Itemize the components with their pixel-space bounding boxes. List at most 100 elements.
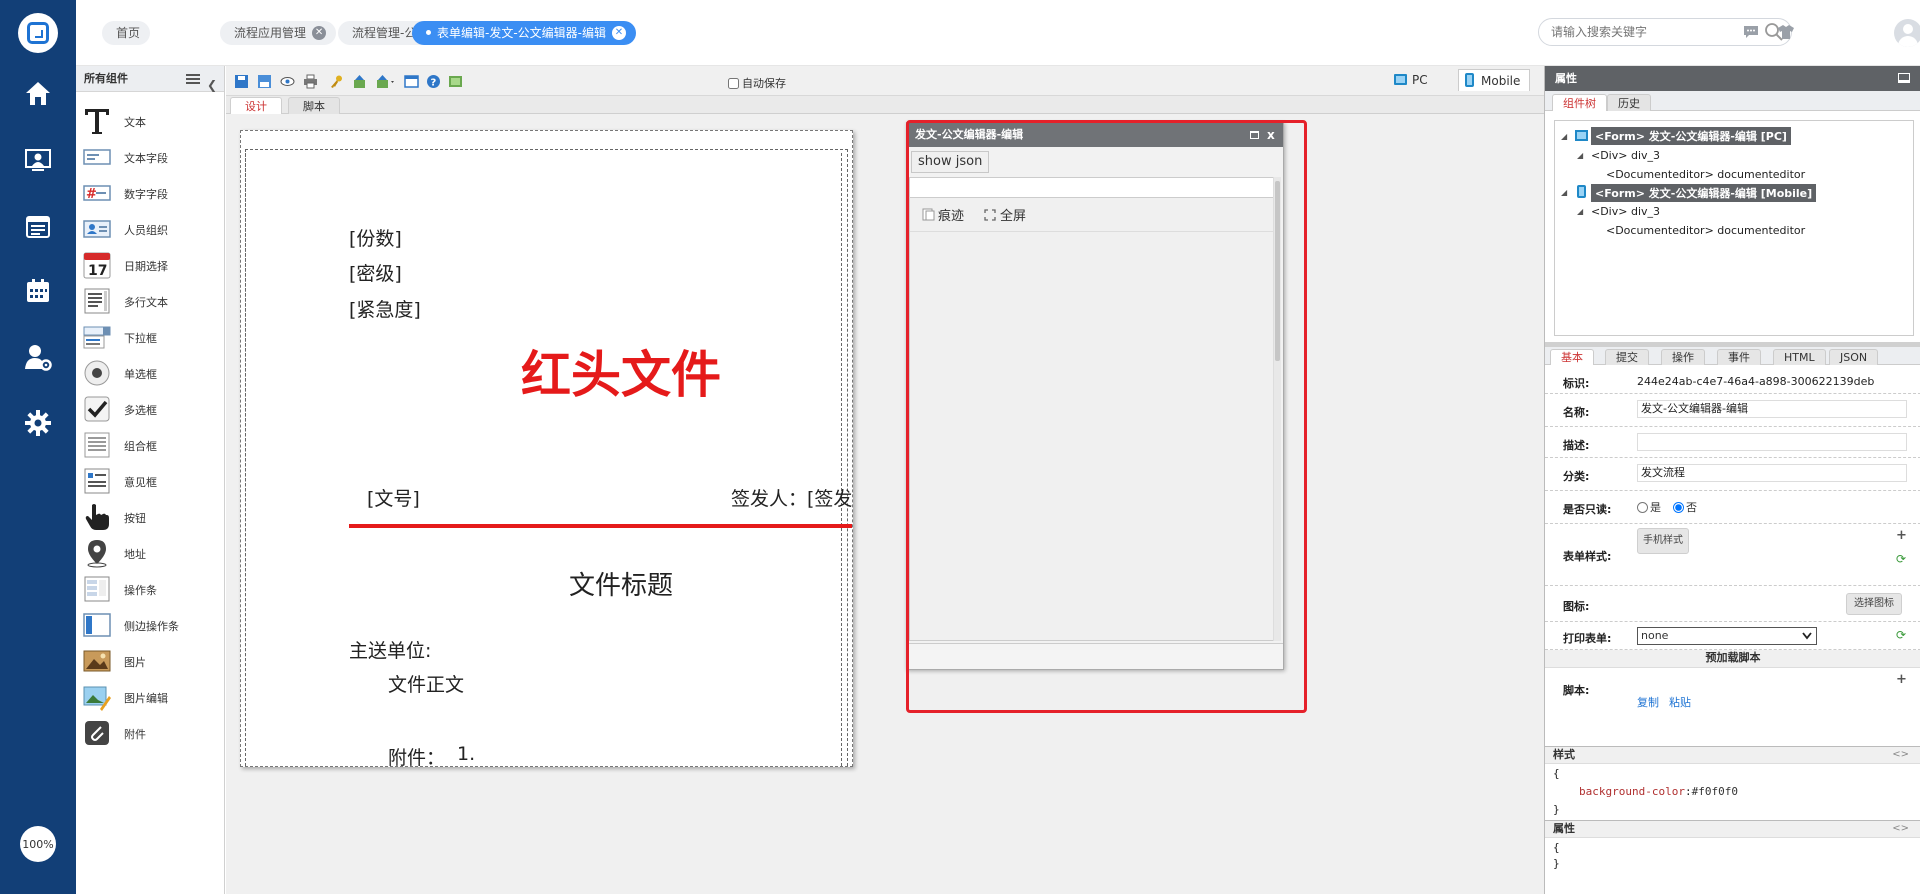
app-logo[interactable] [18,13,58,53]
doc-urgency[interactable]: [紧急度] [349,295,421,322]
readonly-yes-option[interactable]: 是 [1637,499,1661,515]
picture-icon[interactable] [448,74,463,89]
component-number-field[interactable]: # 数字字段 [82,174,222,210]
component-address[interactable]: 地址 [82,534,222,570]
copy-link[interactable]: 复制 [1637,694,1659,710]
help-icon[interactable]: ? [426,74,441,89]
doc-attachment-number[interactable]: 1. [457,743,475,765]
tree-node-form-mobile[interactable]: <Form> 发文-公文编辑器-编辑 [Mobile] [1591,184,1817,202]
tree-node-div[interactable]: <Div> div_3 [1591,205,1660,218]
avatar[interactable] [1894,19,1920,47]
add-icon[interactable]: + [1896,672,1907,687]
device-pc-button[interactable]: PC [1390,69,1446,91]
component-actionbar[interactable]: 操作条 [82,570,222,606]
component-org[interactable]: 人员组织 [82,210,222,246]
close-icon[interactable]: ✕ [312,25,327,40]
close-icon[interactable]: ✕ [612,25,626,40]
print-form-select[interactable]: none [1637,627,1817,645]
expand-icon[interactable]: ◢ [1561,188,1567,197]
component-combo[interactable]: 组合框 [82,426,222,462]
tab-basic[interactable]: 基本 [1550,349,1594,365]
calendar-list-icon[interactable] [23,211,53,241]
autosave-checkbox[interactable] [728,77,739,89]
doc-body[interactable]: 文件正文 [388,670,464,697]
component-attachment[interactable]: 附件 [82,714,222,750]
component-side-actionbar[interactable]: 侧边操作条 [82,606,222,642]
tree-node-documenteditor[interactable]: <Documenteditor> documenteditor [1606,224,1805,237]
preview-icon[interactable] [280,74,295,89]
gear-icon[interactable] [23,408,53,438]
expand-icon[interactable]: ◢ [1577,151,1583,160]
doc-signer[interactable]: 签发人：[签发 [731,484,852,511]
minimize-icon[interactable] [1898,73,1910,83]
screen-user-icon[interactable] [23,145,53,175]
expand-icon[interactable]: ◢ [1577,207,1583,216]
export-icon[interactable] [375,74,397,89]
doc-secret-level[interactable]: [密级] [349,259,402,286]
red-header-title[interactable]: 红头文件 [521,335,721,407]
component-date[interactable]: 17 日期选择 [82,246,222,282]
save-icon[interactable] [234,74,249,89]
choose-icon-button[interactable]: 选择图标 [1846,593,1902,615]
component-dropdown[interactable]: 下拉框 [82,318,222,354]
readonly-no-radio[interactable] [1673,501,1684,513]
mobile-style-button[interactable]: 手机样式 [1637,528,1689,554]
layout-icon[interactable] [404,74,419,89]
menu-icon[interactable] [186,74,200,84]
collapse-icon[interactable]: ❮ [207,72,217,98]
tree-node-documenteditor[interactable]: <Documenteditor> documenteditor [1606,168,1805,181]
tab-component-tree[interactable]: 组件树 [1552,94,1607,111]
tab-json[interactable]: JSON [1829,349,1879,365]
tab-design[interactable]: 设计 [230,97,282,114]
import-icon[interactable] [352,74,367,89]
tab-operation[interactable]: 操作 [1661,349,1705,365]
expand-code-icon[interactable]: <> [1892,821,1909,837]
key-icon[interactable] [329,74,344,89]
doc-attachment-label[interactable]: 附件： [388,743,445,766]
component-radio[interactable]: 单选框 [82,354,222,390]
home-icon[interactable] [23,78,53,108]
refresh-icon[interactable]: ⟳ [1896,628,1906,642]
print-icon[interactable] [303,74,318,89]
attributes-section[interactable]: 属性 <> [1545,820,1920,838]
component-image[interactable]: 图片 [82,642,222,678]
readonly-no-option[interactable]: 否 [1673,499,1697,515]
expand-code-icon[interactable]: <> [1892,747,1909,763]
refresh-icon[interactable]: ⟳ [1896,552,1906,566]
user-settings-icon[interactable] [23,342,53,372]
component-opinion[interactable]: 意见框 [82,462,222,498]
shirt-icon[interactable] [1776,22,1796,42]
message-icon[interactable] [1741,22,1761,42]
calendar-icon[interactable] [23,276,53,306]
tab-history[interactable]: 历史 [1607,94,1651,111]
readonly-yes-radio[interactable] [1637,501,1648,513]
save-as-icon[interactable] [257,74,272,89]
doc-number[interactable]: [文号] [367,484,420,511]
component-textarea[interactable]: 多行文本 [82,282,222,318]
tree-node-form-pc[interactable]: <Form> 发文-公文编辑器-编辑 [PC] [1591,127,1791,145]
device-mobile-button[interactable]: Mobile [1458,69,1530,91]
doc-title[interactable]: 文件标题 [569,565,673,602]
component-checkbox[interactable]: 多选框 [82,390,222,426]
component-button[interactable]: 按钮 [82,498,222,534]
paste-link[interactable]: 粘贴 [1669,694,1691,710]
tree-node-div[interactable]: <Div> div_3 [1591,149,1660,162]
tab-process-app[interactable]: 流程应用管理 ✕ [220,21,337,45]
autosave-toggle[interactable]: 自动保存 [728,75,786,91]
description-field[interactable] [1637,433,1907,451]
add-icon[interactable]: + [1896,528,1907,543]
tab-form-edit[interactable]: 表单编辑-发文-公文编辑器-编辑 ✕ [412,21,636,45]
style-section[interactable]: 样式 <> [1545,746,1920,764]
component-image-edit[interactable]: 图片编辑 [82,678,222,714]
doc-recipient[interactable]: 主送单位: [349,636,431,663]
component-text[interactable]: 文本 [82,102,222,138]
tab-script[interactable]: 脚本 [288,97,340,114]
style-declaration[interactable]: background-color:#f0f0f0 [1579,785,1738,798]
expand-icon[interactable]: ◢ [1561,132,1567,141]
doc-copies[interactable]: [份数] [349,224,402,251]
document-page[interactable]: [份数] [密级] [紧急度] 红头文件 [文号] 签发人：[签发 文件标题 主… [240,130,853,767]
component-text-field[interactable]: 文本字段 [82,138,222,174]
name-field[interactable]: 发文-公文编辑器-编辑 [1637,400,1907,418]
tab-submit[interactable]: 提交 [1605,349,1649,365]
tab-html[interactable]: HTML [1773,349,1826,365]
